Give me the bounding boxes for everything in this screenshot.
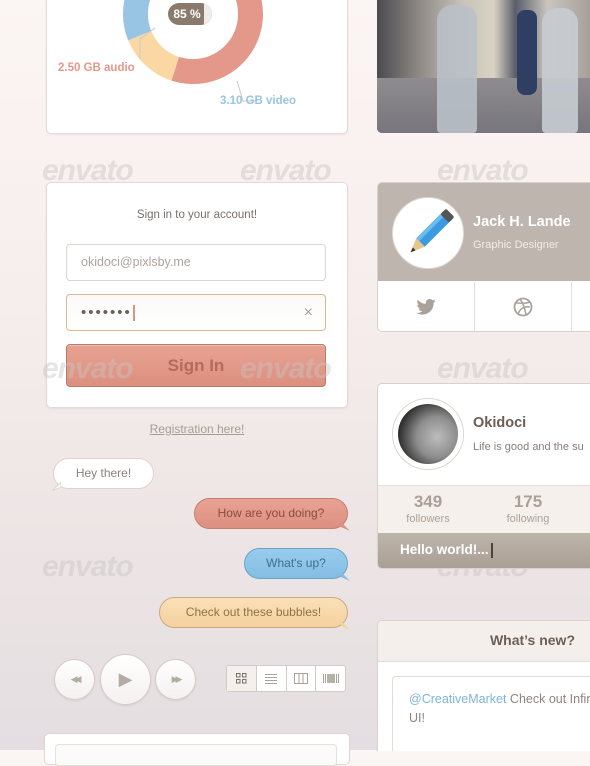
storage-percent-badge: 85 % bbox=[168, 3, 212, 25]
password-field[interactable]: ••••••• × bbox=[66, 294, 326, 331]
bubble-text: What's up? bbox=[266, 556, 326, 570]
columns-icon bbox=[293, 673, 308, 684]
email-field[interactable]: okidoci@pixlsby.me bbox=[66, 244, 326, 281]
forward-icon: ▶▶ bbox=[171, 674, 183, 684]
play-icon: ▶ bbox=[118, 669, 133, 689]
whats-new-title: What’s new? bbox=[489, 632, 575, 648]
watermark: envato bbox=[240, 352, 332, 385]
bubble-text: Hey there! bbox=[75, 466, 132, 480]
play-button[interactable]: ▶ bbox=[100, 654, 151, 705]
chat-bubble-outgoing: What's up? bbox=[244, 548, 350, 581]
watermark: envato bbox=[42, 352, 134, 385]
profile-name: Okidoci bbox=[473, 415, 527, 431]
registration-link[interactable]: Registration here! bbox=[46, 422, 348, 436]
list-view-button[interactable] bbox=[257, 666, 287, 691]
password-value: ••••••• bbox=[81, 304, 132, 321]
chat-bubble-outgoing: How are you doing? bbox=[194, 498, 350, 531]
following-stat[interactable]: 175 following bbox=[488, 492, 568, 525]
view-switcher bbox=[226, 665, 346, 692]
followers-count: 349 bbox=[413, 492, 443, 511]
profile-card-okidoci: Okidoci Life is good and the su 349 foll… bbox=[377, 383, 590, 569]
profile-bio: Life is good and the su bbox=[473, 441, 584, 453]
rewind-icon: ◀◀ bbox=[70, 674, 82, 684]
coverflow-view-button[interactable] bbox=[316, 666, 345, 691]
columns-view-button[interactable] bbox=[287, 666, 317, 691]
bottom-input[interactable] bbox=[55, 744, 337, 766]
profile-card-jack: Jack H. Lande Graphic Designer bbox=[377, 182, 590, 332]
bubble-text: Check out these bubbles! bbox=[185, 605, 322, 619]
clear-icon[interactable]: × bbox=[304, 295, 313, 330]
audio-label: 2.50 GB audio bbox=[58, 62, 135, 74]
watermark: envato bbox=[437, 352, 529, 385]
profile-name: Jack H. Lande bbox=[473, 214, 571, 230]
twitter-button[interactable] bbox=[378, 282, 475, 331]
storage-card: 85 % 2.50 GB audio 3.10 GB video bbox=[46, 0, 348, 134]
text-caret bbox=[490, 542, 493, 558]
chat-bubble-incoming: Hey there! bbox=[52, 458, 154, 491]
list-icon bbox=[265, 674, 278, 684]
grid-view-button[interactable] bbox=[227, 666, 257, 691]
dribbble-icon bbox=[513, 297, 533, 316]
status-input[interactable]: Hello world!... bbox=[378, 533, 590, 568]
twitter-icon bbox=[416, 298, 436, 315]
profile-role: Graphic Designer bbox=[473, 239, 559, 251]
chat-bubble-outgoing: Check out these bubbles! bbox=[159, 597, 350, 630]
street-photo bbox=[377, 0, 590, 133]
avatar-pencil bbox=[392, 197, 464, 269]
dribbble-button[interactable] bbox=[475, 282, 572, 331]
bottom-card bbox=[44, 733, 350, 766]
video-label: 3.10 GB video bbox=[220, 95, 297, 107]
rewind-button[interactable]: ◀◀ bbox=[54, 659, 95, 700]
storage-percent-label: 85 % bbox=[173, 7, 201, 21]
following-count: 175 bbox=[513, 492, 543, 511]
text-caret bbox=[132, 305, 135, 322]
pencil-icon bbox=[410, 209, 454, 253]
followers-stat[interactable]: 349 followers bbox=[388, 492, 468, 525]
following-label: following bbox=[506, 513, 550, 525]
followers-label: followers bbox=[406, 513, 450, 525]
forward-button[interactable]: ▶▶ bbox=[155, 659, 196, 700]
whats-new-card: What’s new? @CreativeMarket Check out In… bbox=[377, 620, 590, 751]
mention-link[interactable]: @CreativeMarket bbox=[409, 692, 506, 706]
avatar-photo bbox=[392, 398, 464, 470]
grid-icon bbox=[235, 673, 247, 684]
bubble-text: How are you doing? bbox=[217, 506, 325, 520]
watermark: envato bbox=[42, 550, 134, 583]
status-input-value: Hello world!... bbox=[400, 542, 489, 557]
coverflow-icon bbox=[322, 674, 339, 683]
signin-title: Sign in to your account! bbox=[136, 209, 258, 221]
whats-new-textarea[interactable]: @CreativeMarket Check out Infinite UI! bbox=[392, 676, 590, 751]
